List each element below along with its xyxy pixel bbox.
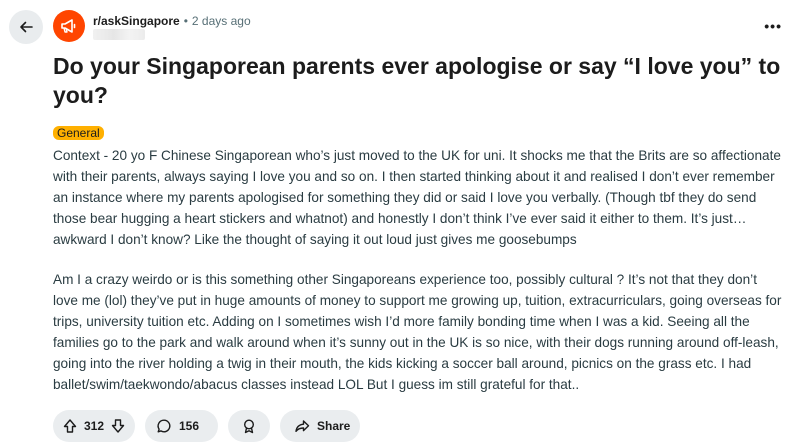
author-name-redacted (93, 29, 145, 40)
comments-button[interactable]: 156 (145, 410, 218, 442)
back-button[interactable] (9, 10, 43, 44)
post-paragraph: Am I a crazy weirdo or is this something… (53, 272, 782, 392)
post-paragraph: Context - 20 yo F Chinese Singaporean wh… (53, 148, 781, 247)
award-button[interactable] (228, 410, 270, 442)
comment-count: 156 (179, 419, 200, 433)
meta-separator: • (183, 14, 188, 28)
arrow-left-icon (18, 19, 34, 35)
flair-badge[interactable]: General (53, 126, 104, 140)
subreddit-avatar[interactable] (53, 10, 85, 42)
downvote-arrow-icon[interactable] (110, 418, 126, 434)
vote-control: 312 (53, 410, 135, 442)
subreddit-link[interactable]: r/askSingapore (93, 14, 180, 28)
share-arrow-icon (294, 418, 310, 434)
post-title: Do your Singaporean parents ever apologi… (53, 53, 781, 108)
comment-bubble-icon (156, 418, 172, 434)
action-bar: 312 156 Share (53, 410, 360, 442)
post-meta: r/askSingapore • 2 days ago (93, 14, 251, 28)
post-body: Context - 20 yo F Chinese Singaporean wh… (53, 145, 783, 414)
vote-count: 312 (83, 419, 105, 433)
post-time: 2 days ago (191, 14, 251, 28)
share-button[interactable]: Share (280, 410, 360, 442)
share-label: Share (317, 419, 351, 433)
megaphone-icon (59, 16, 79, 36)
award-icon (241, 418, 257, 434)
more-options-button[interactable]: ••• (764, 18, 782, 34)
upvote-arrow-icon[interactable] (62, 418, 78, 434)
